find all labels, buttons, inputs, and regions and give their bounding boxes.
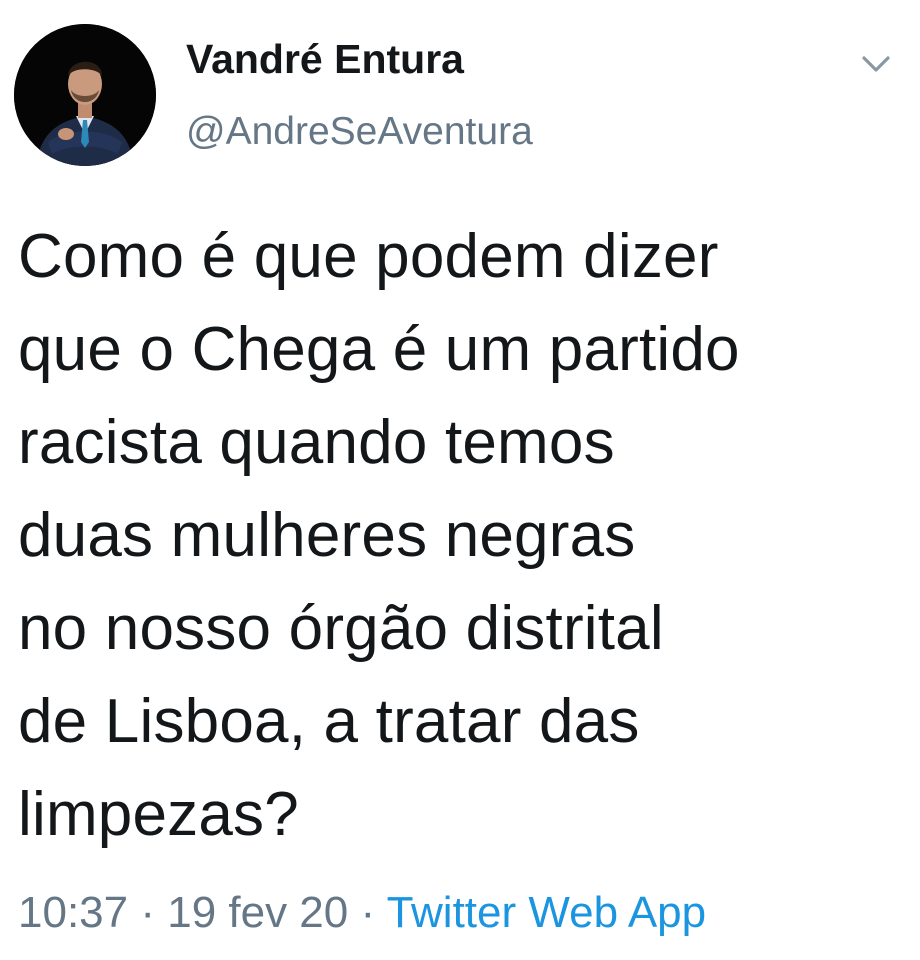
more-options-button[interactable] (856, 50, 896, 78)
tweet-text-line: duas mulheres negras (18, 501, 636, 570)
tweet-time[interactable]: 10:37 (18, 888, 128, 937)
tweet-meta: 10:37 · 19 fev 20 · Twitter Web App (18, 888, 706, 938)
profile-photo-icon (14, 24, 156, 166)
meta-separator: · (128, 888, 168, 937)
avatar[interactable] (14, 24, 156, 166)
chevron-down-icon (862, 56, 890, 72)
tweet-text: Como é que podem dizer que o Chega é um … (18, 210, 908, 861)
tweet-text-line: limpezas? (18, 780, 299, 849)
author-display-name[interactable]: Vandré Entura (186, 36, 464, 83)
author-handle[interactable]: @AndreSeAventura (186, 110, 533, 154)
tweet-date[interactable]: 19 fev 20 (167, 888, 348, 937)
tweet-text-line: que o Chega é um partido (18, 315, 740, 384)
tweet-text-line: de Lisboa, a tratar das (18, 687, 640, 756)
tweet-text-line: no nosso órgão distrital (18, 594, 664, 663)
tweet-text-line: racista quando temos (18, 408, 615, 477)
tweet-text-line: Como é que podem dizer (18, 222, 719, 291)
meta-separator: · (348, 888, 387, 937)
source-app-link[interactable]: Twitter Web App (387, 888, 707, 937)
